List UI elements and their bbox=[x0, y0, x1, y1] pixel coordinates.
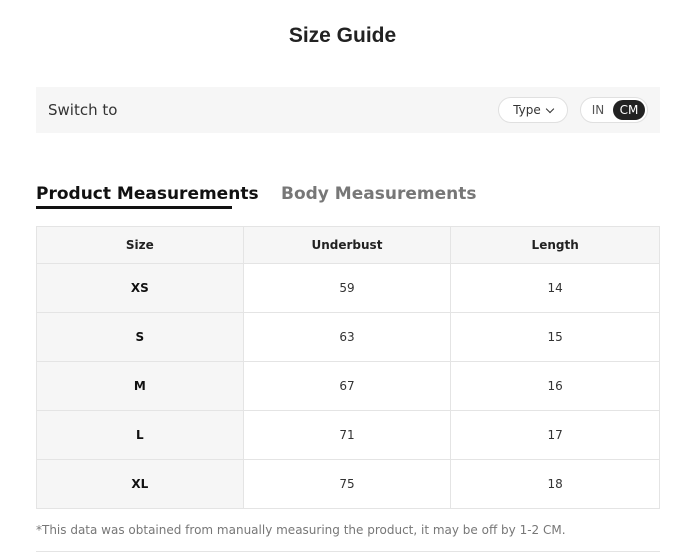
switch-label: Switch to bbox=[48, 101, 118, 119]
measurement-tabs: Product Measurements Body Measurements bbox=[36, 184, 660, 212]
unit-in-option[interactable]: IN bbox=[583, 100, 613, 120]
underbust-cell: 75 bbox=[242, 459, 452, 509]
tab-product-measurements[interactable]: Product Measurements bbox=[36, 184, 259, 204]
chevron-down-icon bbox=[545, 104, 555, 113]
length-cell: 17 bbox=[450, 410, 660, 460]
header-underbust: Underbust bbox=[242, 226, 452, 264]
type-dropdown-button[interactable]: Type bbox=[498, 97, 568, 123]
size-table: Size Underbust Length XS 59 14 S 63 15 M… bbox=[36, 226, 660, 509]
size-cell: M bbox=[36, 361, 244, 411]
underbust-cell: 63 bbox=[242, 312, 452, 362]
measurement-note: *This data was obtained from manually me… bbox=[36, 523, 566, 537]
table-row: XS 59 14 bbox=[36, 263, 660, 313]
active-tab-underline bbox=[36, 206, 232, 209]
page-title: Size Guide bbox=[288, 24, 397, 47]
unit-switch-bar: Switch to Type IN CM bbox=[36, 87, 660, 133]
underbust-cell: 67 bbox=[242, 361, 452, 411]
divider bbox=[36, 551, 660, 552]
underbust-cell: 71 bbox=[242, 410, 452, 460]
unit-toggle[interactable]: IN CM bbox=[580, 97, 648, 123]
length-cell: 18 bbox=[450, 459, 660, 509]
table-row: L 71 17 bbox=[36, 410, 660, 460]
table-row: M 67 16 bbox=[36, 361, 660, 411]
table-row: S 63 15 bbox=[36, 312, 660, 362]
header-size: Size bbox=[36, 226, 244, 264]
header-length: Length bbox=[450, 226, 660, 264]
length-cell: 14 bbox=[450, 263, 660, 313]
size-cell: XL bbox=[36, 459, 244, 509]
length-cell: 15 bbox=[450, 312, 660, 362]
tab-body-measurements[interactable]: Body Measurements bbox=[281, 184, 476, 204]
unit-cm-option[interactable]: CM bbox=[613, 100, 645, 120]
table-header-row: Size Underbust Length bbox=[36, 226, 660, 264]
underbust-cell: 59 bbox=[242, 263, 452, 313]
length-cell: 16 bbox=[450, 361, 660, 411]
type-label: Type bbox=[513, 103, 541, 117]
table-row: XL 75 18 bbox=[36, 459, 660, 509]
size-cell: L bbox=[36, 410, 244, 460]
size-cell: S bbox=[36, 312, 244, 362]
size-cell: XS bbox=[36, 263, 244, 313]
